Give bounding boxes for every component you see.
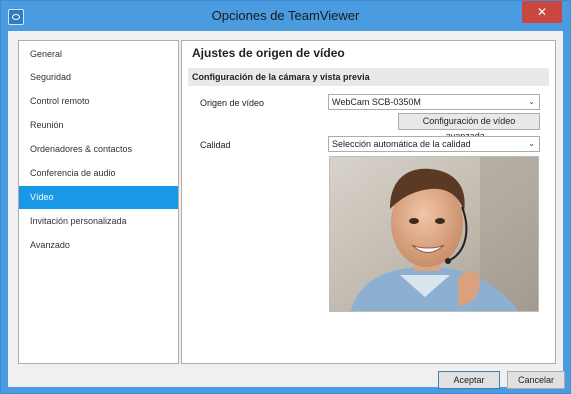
sidebar-item-video[interactable]: Vídeo xyxy=(19,186,178,209)
dialog-client-area: General Seguridad Control remoto Reunión… xyxy=(8,31,565,389)
chevron-down-icon: ⌄ xyxy=(528,139,535,148)
quality-value: Selección automática de la calidad xyxy=(332,139,471,149)
quality-select[interactable]: Selección automática de la calidad ⌄ xyxy=(328,136,540,152)
section-header: Configuración de la cámara y vista previ… xyxy=(188,68,549,86)
video-source-label: Origen de vídeo xyxy=(200,98,265,108)
ok-button[interactable]: Aceptar xyxy=(438,371,500,389)
section-title: Configuración de la cámara y vista previ… xyxy=(192,72,370,82)
category-list: General Seguridad Control remoto Reunión… xyxy=(18,40,179,364)
options-window: Opciones de TeamViewer ✕ General Segurid… xyxy=(0,0,571,394)
page-title: Ajustes de origen de vídeo xyxy=(192,46,345,60)
sidebar-item-seguridad[interactable]: Seguridad xyxy=(19,66,178,89)
camera-preview-image xyxy=(330,157,538,311)
video-source-value: WebCam SCB-0350M xyxy=(332,97,421,107)
camera-preview xyxy=(329,156,539,312)
sidebar-item-control-remoto[interactable]: Control remoto xyxy=(19,90,178,113)
window-title: Opciones de TeamViewer xyxy=(211,8,360,23)
video-source-select[interactable]: WebCam SCB-0350M ⌄ xyxy=(328,94,540,110)
quality-label: Calidad xyxy=(200,140,231,150)
sidebar-item-invitacion-personalizada[interactable]: Invitación personalizada xyxy=(19,210,178,233)
sidebar-item-avanzado[interactable]: Avanzado xyxy=(19,234,178,257)
settings-panel: Ajustes de origen de vídeo Configuración… xyxy=(181,40,556,364)
sidebar-item-reunion[interactable]: Reunión xyxy=(19,114,178,137)
cancel-button[interactable]: Cancelar xyxy=(507,371,565,389)
sidebar-item-conferencia-audio[interactable]: Conferencia de audio xyxy=(19,162,178,185)
close-button[interactable]: ✕ xyxy=(522,1,562,23)
sidebar-item-ordenadores-contactos[interactable]: Ordenadores & contactos xyxy=(19,138,178,161)
advanced-video-settings-button[interactable]: Configuración de vídeo avanzada... xyxy=(398,113,540,141)
chevron-down-icon: ⌄ xyxy=(528,97,535,106)
sidebar-item-general[interactable]: General xyxy=(19,43,178,66)
title-bar[interactable]: Opciones de TeamViewer ✕ xyxy=(1,1,570,31)
